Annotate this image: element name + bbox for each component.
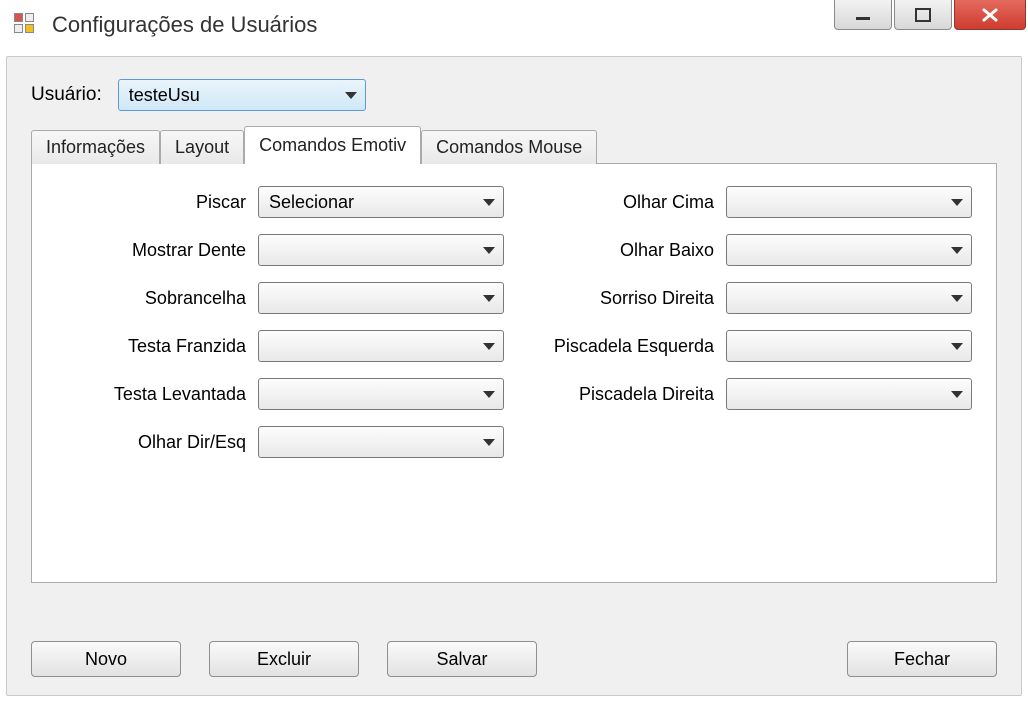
- close-dialog-button[interactable]: Fechar: [847, 641, 997, 677]
- field-piscadela-esquerda: Piscadela Esquerda: [524, 330, 972, 362]
- field-label: Piscadela Esquerda: [554, 336, 714, 357]
- user-select-value: testeUsu: [129, 85, 200, 106]
- client-area: Usuário: testeUsu Informações Layout Com…: [6, 56, 1022, 696]
- field-piscar: Piscar Selecionar: [56, 186, 504, 218]
- field-label: Piscadela Direita: [579, 384, 714, 405]
- select-olhar-baixo[interactable]: [726, 234, 972, 266]
- chevron-down-icon: [483, 295, 495, 302]
- field-label: Testa Levantada: [114, 384, 246, 405]
- tabs: Informações Layout Comandos Emotiv Coman…: [31, 125, 997, 583]
- maximize-icon: [912, 6, 934, 24]
- field-label: Sobrancelha: [145, 288, 246, 309]
- chevron-down-icon: [483, 391, 495, 398]
- select-olhar-cima[interactable]: [726, 186, 972, 218]
- field-label: Sorriso Direita: [600, 288, 714, 309]
- tab-panel-comandos-emotiv: Piscar Selecionar Mostrar Dente: [31, 163, 997, 583]
- tab-label: Comandos Emotiv: [259, 135, 406, 155]
- delete-button[interactable]: Excluir: [209, 641, 359, 677]
- field-label: Mostrar Dente: [132, 240, 246, 261]
- select-testa-levantada[interactable]: [258, 378, 504, 410]
- maximize-button[interactable]: [894, 0, 952, 30]
- chevron-down-icon: [345, 92, 357, 99]
- chevron-down-icon: [483, 343, 495, 350]
- tab-informacoes[interactable]: Informações: [31, 130, 160, 164]
- left-column: Piscar Selecionar Mostrar Dente: [56, 186, 504, 458]
- button-label: Excluir: [257, 649, 311, 670]
- tab-label: Comandos Mouse: [436, 137, 582, 157]
- chevron-down-icon: [951, 391, 963, 398]
- spacer: [565, 641, 819, 677]
- user-row: Usuário: testeUsu: [31, 79, 997, 111]
- save-button[interactable]: Salvar: [387, 641, 537, 677]
- tab-strip: Informações Layout Comandos Emotiv Coman…: [31, 125, 997, 163]
- app-icon: [14, 13, 38, 37]
- user-select[interactable]: testeUsu: [118, 79, 366, 111]
- close-button[interactable]: [954, 0, 1026, 30]
- field-olhar-dir-esq: Olhar Dir/Esq: [56, 426, 504, 458]
- fields-grid: Piscar Selecionar Mostrar Dente: [56, 186, 972, 458]
- field-testa-levantada: Testa Levantada: [56, 378, 504, 410]
- chevron-down-icon: [951, 199, 963, 206]
- select-piscadela-esquerda[interactable]: [726, 330, 972, 362]
- select-olhar-dir-esq[interactable]: [258, 426, 504, 458]
- tab-comandos-emotiv[interactable]: Comandos Emotiv: [244, 126, 421, 164]
- minimize-button[interactable]: [834, 0, 892, 30]
- chevron-down-icon: [483, 439, 495, 446]
- chevron-down-icon: [483, 199, 495, 206]
- select-sobrancelha[interactable]: [258, 282, 504, 314]
- user-label: Usuário:: [31, 84, 102, 106]
- window-title: Configurações de Usuários: [52, 12, 317, 38]
- titlebar: Configurações de Usuários: [0, 0, 1028, 50]
- field-label: Olhar Dir/Esq: [138, 432, 246, 453]
- field-label: Testa Franzida: [128, 336, 246, 357]
- window-buttons: [834, 0, 1028, 34]
- chevron-down-icon: [951, 295, 963, 302]
- chevron-down-icon: [951, 343, 963, 350]
- select-testa-franzida[interactable]: [258, 330, 504, 362]
- button-label: Fechar: [894, 649, 950, 670]
- field-label: Piscar: [196, 192, 246, 213]
- select-piscar[interactable]: Selecionar: [258, 186, 504, 218]
- right-column: Olhar Cima Olhar Baixo: [524, 186, 972, 458]
- tab-layout[interactable]: Layout: [160, 130, 244, 164]
- button-label: Salvar: [436, 649, 487, 670]
- field-label: Olhar Cima: [623, 192, 714, 213]
- tab-comandos-mouse[interactable]: Comandos Mouse: [421, 130, 597, 164]
- select-sorriso-direita[interactable]: [726, 282, 972, 314]
- field-mostrar-dente: Mostrar Dente: [56, 234, 504, 266]
- field-sobrancelha: Sobrancelha: [56, 282, 504, 314]
- close-icon: [979, 6, 1001, 24]
- window: Configurações de Usuários Usuário: teste…: [0, 0, 1028, 702]
- field-olhar-cima: Olhar Cima: [524, 186, 972, 218]
- field-label: Olhar Baixo: [620, 240, 714, 261]
- field-sorriso-direita: Sorriso Direita: [524, 282, 972, 314]
- new-button[interactable]: Novo: [31, 641, 181, 677]
- select-mostrar-dente[interactable]: [258, 234, 504, 266]
- select-value: Selecionar: [269, 192, 354, 213]
- field-piscadela-direita: Piscadela Direita: [524, 378, 972, 410]
- field-olhar-baixo: Olhar Baixo: [524, 234, 972, 266]
- tab-label: Informações: [46, 137, 145, 157]
- chevron-down-icon: [483, 247, 495, 254]
- select-piscadela-direita[interactable]: [726, 378, 972, 410]
- buttons-row: Novo Excluir Salvar Fechar: [31, 641, 997, 677]
- field-testa-franzida: Testa Franzida: [56, 330, 504, 362]
- minimize-icon: [852, 6, 874, 24]
- button-label: Novo: [85, 649, 127, 670]
- tab-label: Layout: [175, 137, 229, 157]
- chevron-down-icon: [951, 247, 963, 254]
